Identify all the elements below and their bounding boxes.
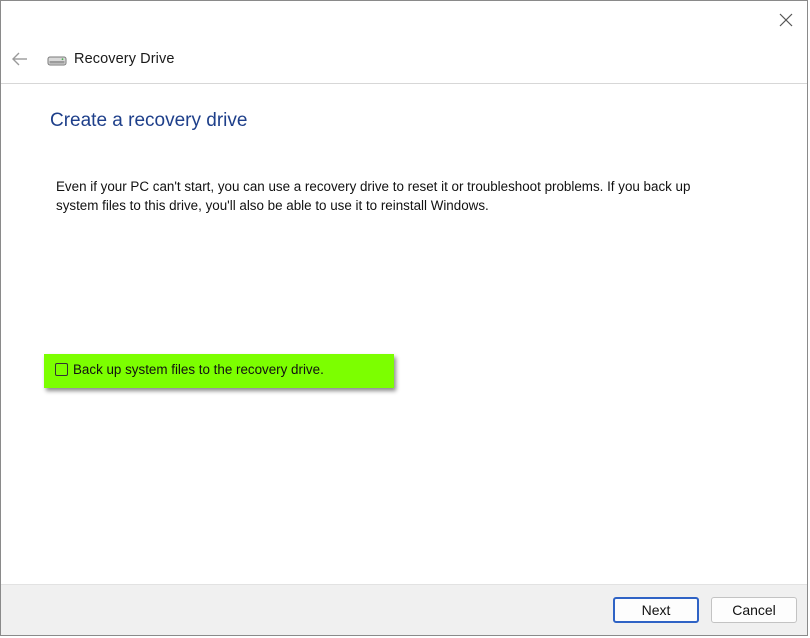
wizard-footer: Next Cancel [1,584,807,635]
cancel-button[interactable]: Cancel [711,597,797,623]
wizard-content: Create a recovery drive Even if your PC … [1,84,807,585]
close-icon[interactable] [779,13,793,27]
title-bar: Recovery Drive [1,1,807,84]
window-title: Recovery Drive [74,51,175,67]
back-arrow-icon[interactable] [11,50,29,68]
page-heading: Create a recovery drive [50,110,248,131]
backup-system-files-option[interactable]: Back up system files to the recovery dri… [55,362,324,377]
backup-system-files-label[interactable]: Back up system files to the recovery dri… [73,362,324,377]
drive-icon [47,54,67,66]
next-button[interactable]: Next [613,597,699,623]
description-text: Even if your PC can't start, you can use… [56,179,691,213]
recovery-drive-window: Recovery Drive Create a recovery drive E… [0,0,808,636]
backup-system-files-checkbox[interactable] [55,363,68,376]
